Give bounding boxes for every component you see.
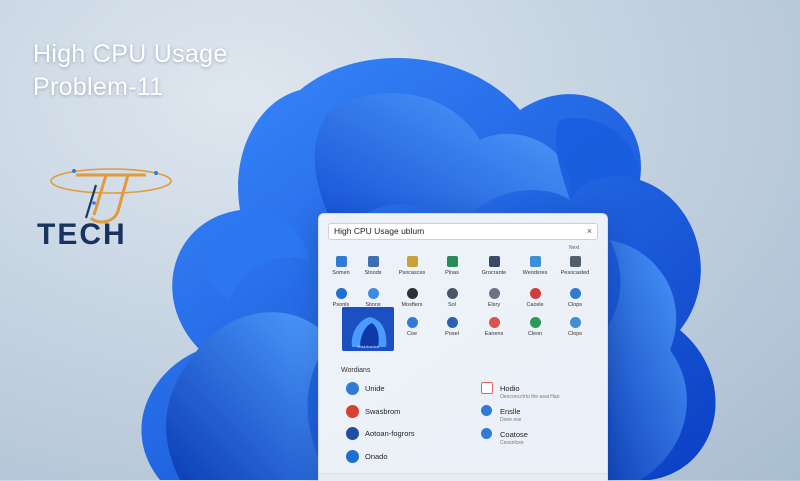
pinned-tile-label: Mosfters [401,302,423,308]
pinned-tile[interactable]: Clops [557,288,593,320]
thumbnail-label: Wiskrbantcs [357,344,379,349]
app-icon [406,317,418,328]
pinned-tile[interactable]: Pesocasted [557,256,593,288]
pinned-tile[interactable]: Elsry [476,288,512,320]
recommended-file-subtitle: Ceosnloxe [500,440,524,446]
app-icon [335,288,347,299]
pinned-tile-label: Stoods [364,270,382,276]
pinned-tile[interactable]: Grocrante [476,256,512,288]
pinned-tile[interactable]: Somen [323,256,359,288]
pinned-tile[interactable]: Clops [557,317,593,349]
pinned-tile[interactable]: Sol [434,288,470,320]
pinned-tile-label: Caosle [526,302,544,308]
pinned-tile-label: Weodsres [522,270,548,276]
explorer-icon [406,256,418,267]
recommended-item-title: Onado [365,452,388,461]
app-icon [346,450,359,463]
app-icon [488,256,500,267]
pinned-tile[interactable]: Caosle [517,288,553,320]
recommended-item-title: Aotoan-fogrors [365,429,415,438]
app-icon [446,288,458,299]
app-icon [346,405,359,418]
app-icon [446,317,458,328]
pinned-tile-label: Eanens [484,331,504,337]
pinned-tile[interactable]: Posel [434,317,470,349]
pinned-tile-label: Somen [332,270,350,276]
tech-logo-text: TECH [37,218,127,251]
recommended-file-title: Hodio [500,384,520,393]
pinned-tile-label: Grocrante [481,270,507,276]
close-icon[interactable]: × [587,224,592,239]
pinned-more-link[interactable]: Next [569,245,579,251]
recommended-item-title: Unide [365,384,385,393]
app-icon [488,288,500,299]
app-icon [569,288,581,299]
app-icon [406,288,418,299]
pinned-tile-label: Posel [445,331,459,337]
wallpaper-thumbnail[interactable]: Wiskrbantcs [342,307,394,351]
section-title: Wordians [341,367,371,374]
recommended-file-title: Coatose [500,430,528,439]
app-icon [346,382,359,395]
file-icon [481,382,493,394]
recommended-item-title: Swasbrom [365,407,401,416]
app-icon [446,256,458,267]
app-icon [488,317,500,328]
pinned-tile-label: Plnas [445,270,459,276]
pinned-tile[interactable]: Plnas [434,256,470,288]
app-icon [529,256,541,267]
settings-icon [335,256,347,267]
app-icon [367,288,379,299]
pinned-tile-label: Psocasces [398,270,426,276]
pinned-tile[interactable]: Weodsres [517,256,553,288]
app-icon [529,288,541,299]
pinned-tile-label: Clops [567,331,583,337]
recommended-file-subtitle: Oenconcctrto the eeal Hao [500,394,560,400]
headline-line2: Problem-11 [33,73,164,101]
search-input[interactable]: High CPU Usage ublum × [328,223,598,240]
file-icon [481,405,492,416]
app-icon [367,256,379,267]
pinned-tile[interactable]: Eanens [476,317,512,349]
pinned-tile-label: Cleon [527,331,543,337]
pinned-tile[interactable]: Mosfters [394,288,430,320]
pinned-tile[interactable]: Cleon [517,317,553,349]
pinned-tile[interactable]: Psocasces [394,256,430,288]
file-icon [481,428,492,439]
pinned-tile[interactable]: Coe [394,317,430,349]
app-icon [569,317,581,328]
recommended-file-subtitle: Doee ese [500,417,522,423]
app-icon [569,256,581,267]
headline: High CPU Usage Problem-11 [33,38,228,104]
app-icon [529,317,541,328]
pinned-tile-label: Clops [567,302,583,308]
headline-line1: High CPU Usage [33,40,228,68]
pinned-tile[interactable]: Stoods [355,256,391,288]
search-value: High CPU Usage ublum [334,226,425,236]
pinned-tile-label: Sol [448,302,456,308]
start-menu: High CPU Usage ublum × Next Somen Stoods P… [318,213,608,481]
pinned-tile-label: Pesocasted [560,270,590,276]
recommended-file-title: Enslle [500,407,521,416]
pinned-tile-label: Coe [406,331,418,337]
app-icon [346,427,359,440]
pinned-tile-label: Elsry [487,302,501,308]
